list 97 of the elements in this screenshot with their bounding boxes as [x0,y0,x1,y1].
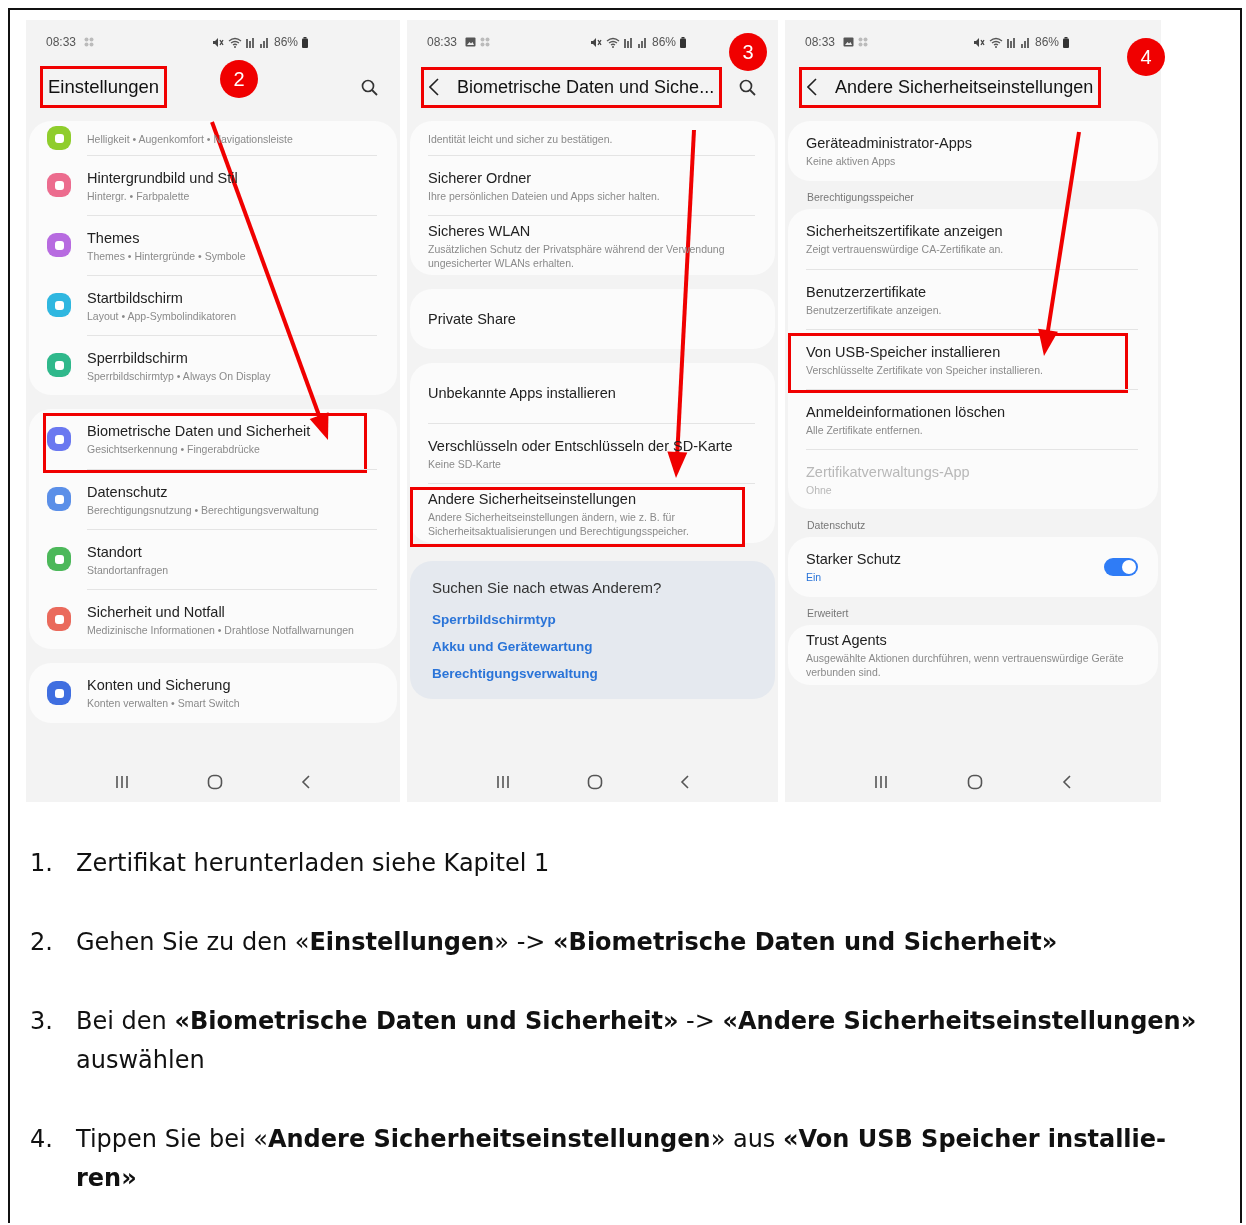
setting-description: Zeigt vertrauenswürdige CA-Zertifikate an. [806,242,1005,256]
battery-percentage: 86% [273,35,298,49]
step-number-badge: 2 [220,60,258,98]
setting-title[interactable]: Geräteadministrator-Apps [806,134,1138,153]
setting-description: Ihre persönlichen Dateien und Apps sicher halten. [428,188,661,203]
home-icon[interactable] [967,774,983,790]
mute-icon [972,36,985,48]
section-label: Berechtigungsspeicher [806,191,915,203]
step-text: Tippen Sie bei «Andere Sicherheitseinstellungen» aus «Von USB Speicher installie-ren» [76,1124,1168,1194]
setting-title[interactable]: Datenschutz [87,482,377,502]
setting-title[interactable]: Private Share [428,309,755,329]
setting-description: Andere Sicherheitseinstellungen ändern, wie z. B. für Sicherheitsaktualisierungen und Berechtigungsspeicher. [428,509,690,538]
status-time: 08:33 [46,35,77,49]
home-icon[interactable] [207,774,223,790]
grid-icon [84,37,95,47]
setting-title[interactable]: Unbekannte Apps installieren [428,383,755,403]
step-number: 2. [30,927,54,958]
setting-description: Alle Zertifikate entfernen. [806,422,924,437]
setting-description: Ein [806,570,823,584]
back-icon[interactable] [429,78,439,96]
status-time: 08:33 [427,35,458,49]
setting-title[interactable]: Trust Agents [806,631,1138,650]
setting-description: Hintergr. • Farbpalette [87,188,191,203]
screen-title: Einstellungen [48,76,160,98]
step-number-badge: 3 [729,33,767,71]
setting-title[interactable]: Von USB-Speicher installieren [806,342,1138,362]
signal-icon [1006,36,1029,48]
battery-percentage: 86% [1034,35,1059,49]
home-icon[interactable] [586,774,603,790]
setting-description: Benutzerzertifikate anzeigen. [806,302,943,317]
screen-title: Biometrische Daten und Siche... [457,76,715,98]
back-icon[interactable] [679,775,690,789]
screen-title: Andere Sicherheitseinstellungen [835,76,1094,98]
suggestion-link[interactable]: Sperrbildschirmtyp [432,612,753,627]
setting-title[interactable]: Sicherer Ordner [428,168,755,188]
battery-icon [680,36,686,48]
search-icon[interactable] [739,78,756,96]
setting-title[interactable]: Sperrbildschirm [87,348,377,368]
setting-title[interactable]: Themes [87,228,377,248]
setting-description: Standortanfragen [87,562,170,577]
toggle-switch[interactable] [1104,558,1138,576]
setting-description: Identität leicht und sicher zu bestätigen. [428,131,614,146]
setting-title[interactable]: Sicherheitszertifikate anzeigen [806,222,1138,241]
setting-title[interactable]: Standort [87,542,377,562]
setting-title[interactable]: Anmeldeinformationen löschen [806,402,1138,422]
setting-title[interactable]: Starker Schutz [806,550,1104,569]
setting-description: Keine aktiven Apps [806,154,897,168]
setting-description: Gesichtserkennung • Fingerabdrücke [87,442,261,456]
setting-title[interactable]: Sicherheit und Notfall [87,602,377,622]
step-text: Gehen Sie zu den «Einstellungen» -> «Biometrische Daten und Sicherheit» [76,927,1059,958]
setting-title[interactable]: Startbildschirm [87,288,377,308]
setting-description: Ohne [806,482,833,497]
setting-description: Medizinische Informationen • Drahtlose Notfallwarnungen [87,622,355,637]
setting-description: Berechtigungsnutzung • Berechtigungsverwaltung [87,502,320,517]
grid-icon [858,37,869,47]
status-time: 08:33 [805,35,836,49]
setting-description: Layout • App-Symbolindikatoren [87,308,237,323]
battery-icon [1063,36,1069,48]
recent-apps-icon[interactable] [115,775,129,789]
wifi-icon [988,36,1003,48]
wifi-icon [227,36,242,48]
step-text: Bei den «Biometrische Daten und Sicherheit» -> «Andere Sicherheitseinstellungen» auswählen [76,1006,1198,1076]
setting-title[interactable]: Biometrische Daten und Sicherheit [87,422,377,441]
setting-description: Ausgewählte Aktionen durchführen, wenn vertrauenswürdige Geräte verbunden sind. [806,651,1125,679]
wifi-icon [605,36,620,48]
suggestion-link[interactable]: Akku und Gerätewartung [432,639,753,654]
setting-description: Verschlüsselte Zertifikate von Speicher installieren. [806,362,1044,377]
suggestion-link[interactable]: Berechtigungsverwaltung [432,666,753,681]
suggestion-title: Suchen Sie nach etwas Anderem? [432,579,663,596]
section-label: Erweitert [806,607,850,619]
setting-description: Keine SD-Karte [428,456,502,471]
back-icon[interactable] [807,78,817,96]
setting-description: Konten verwalten • Smart Switch [87,696,241,710]
signal-icon [245,36,268,48]
section-label: Datenschutz [806,519,867,531]
step-number: 1. [30,848,54,879]
recent-apps-icon[interactable] [495,775,510,789]
search-icon[interactable] [361,78,378,96]
step-number-badge: 4 [1127,38,1165,76]
setting-title[interactable]: Sicheres WLAN [428,221,755,241]
back-icon[interactable] [301,775,311,789]
signal-icon [623,36,646,48]
back-icon[interactable] [1061,775,1072,789]
step-text: Zertifikat herunterladen siehe Kapitel 1 [76,848,551,879]
setting-title[interactable]: Benutzerzertifikate [806,282,1138,302]
setting-description: Sperrbildschirmtyp • Always On Display [87,368,272,383]
setting-description: Themes • Hintergründe • Symbole [87,248,247,263]
mute-icon [589,36,602,48]
battery-icon [302,36,308,48]
setting-title[interactable]: Andere Sicherheitseinstellungen [428,489,755,509]
recent-apps-icon[interactable] [874,775,889,789]
step-number: 4. [30,1124,54,1155]
setting-title[interactable]: Konten und Sicherung [87,676,377,695]
step-number: 3. [30,1006,54,1037]
grid-icon [480,37,491,47]
battery-percentage: 86% [651,35,676,49]
mute-icon [211,36,224,48]
